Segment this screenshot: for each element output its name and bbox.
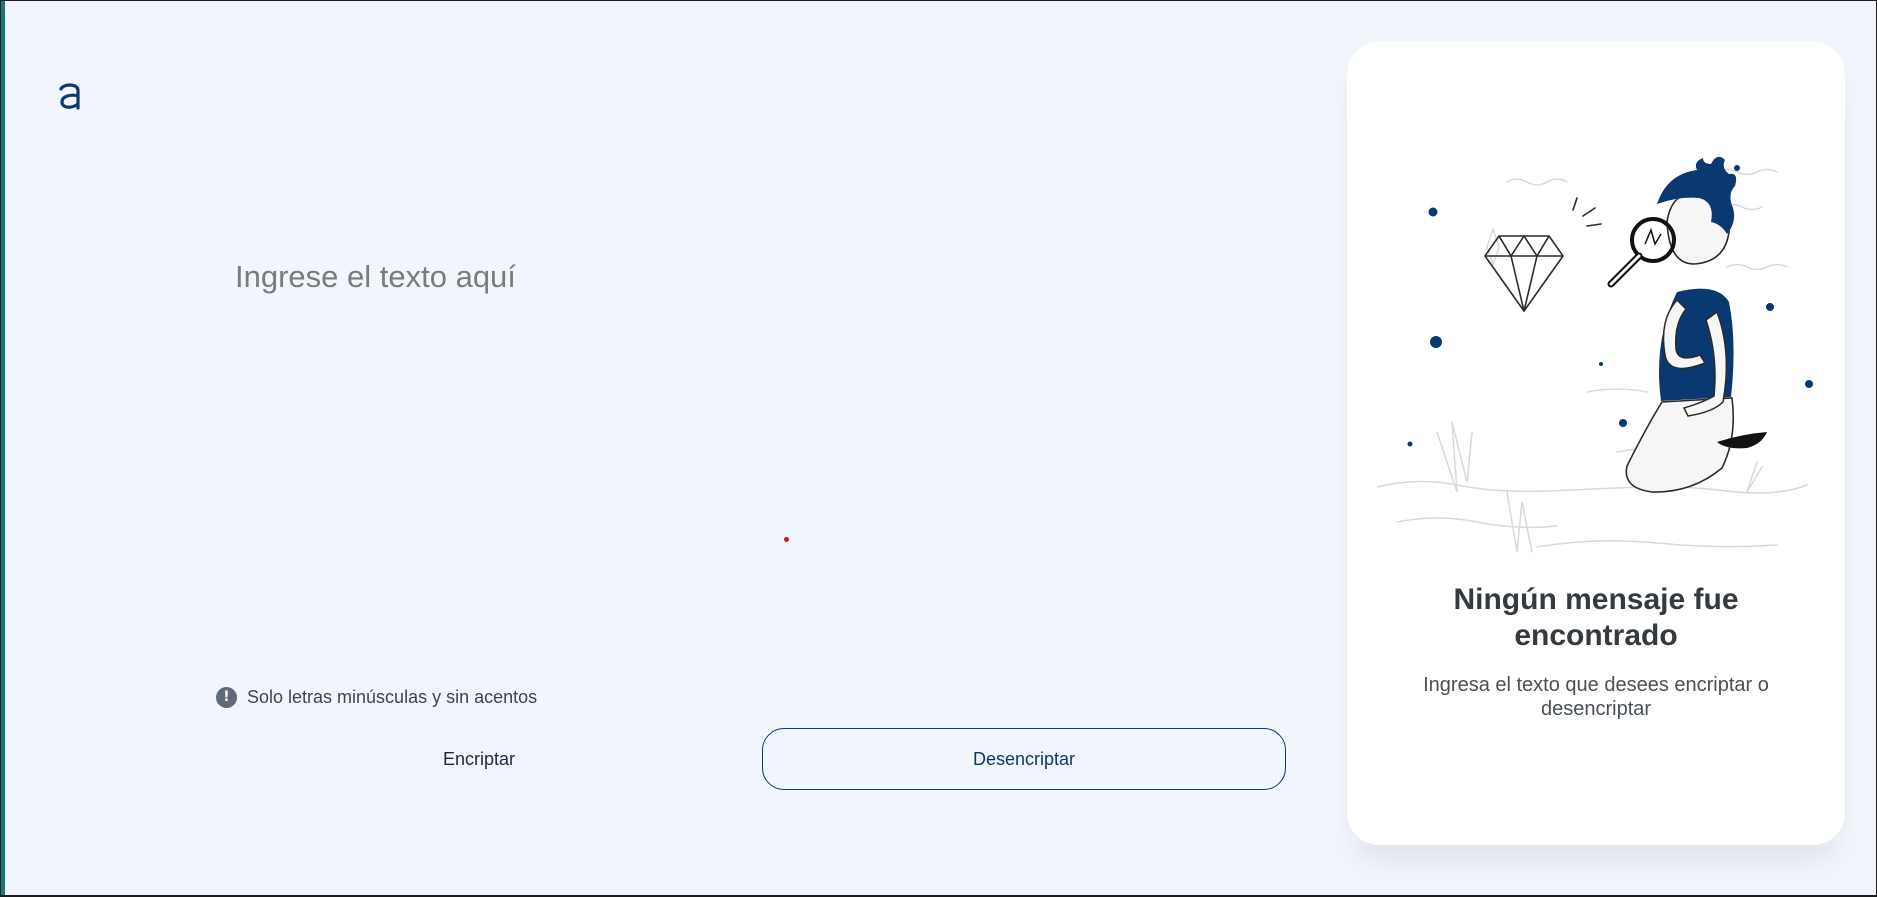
alura-logo-icon <box>59 83 80 110</box>
cursor-dot <box>784 537 789 542</box>
decrypt-button-label: Desencriptar <box>972 748 1076 769</box>
input-hint: ! Solo letras minúsculas y sin acentos <box>216 687 537 708</box>
encrypt-button-label: Encriptar <box>442 748 516 769</box>
person-with-magnifying-glass-illustration <box>1377 156 1813 553</box>
decrypt-button[interactable]: Desencriptar <box>762 728 1286 790</box>
app-window: ! Solo letras minúsculas y sin acentos E… <box>1 1 1876 895</box>
hint-text: Solo letras minúsculas y sin acentos <box>247 687 538 707</box>
encrypt-button[interactable]: Encriptar <box>218 728 740 790</box>
result-description: Ingresa el texto que desees encriptar o … <box>1423 674 1769 720</box>
message-input[interactable] <box>235 259 1275 659</box>
exclamation-circle-icon: ! <box>216 687 237 708</box>
result-title: Ningún mensaje fue encontrado <box>1453 583 1739 652</box>
result-panel: Ningún mensaje fue encontrado Ingresa el… <box>1347 42 1845 845</box>
